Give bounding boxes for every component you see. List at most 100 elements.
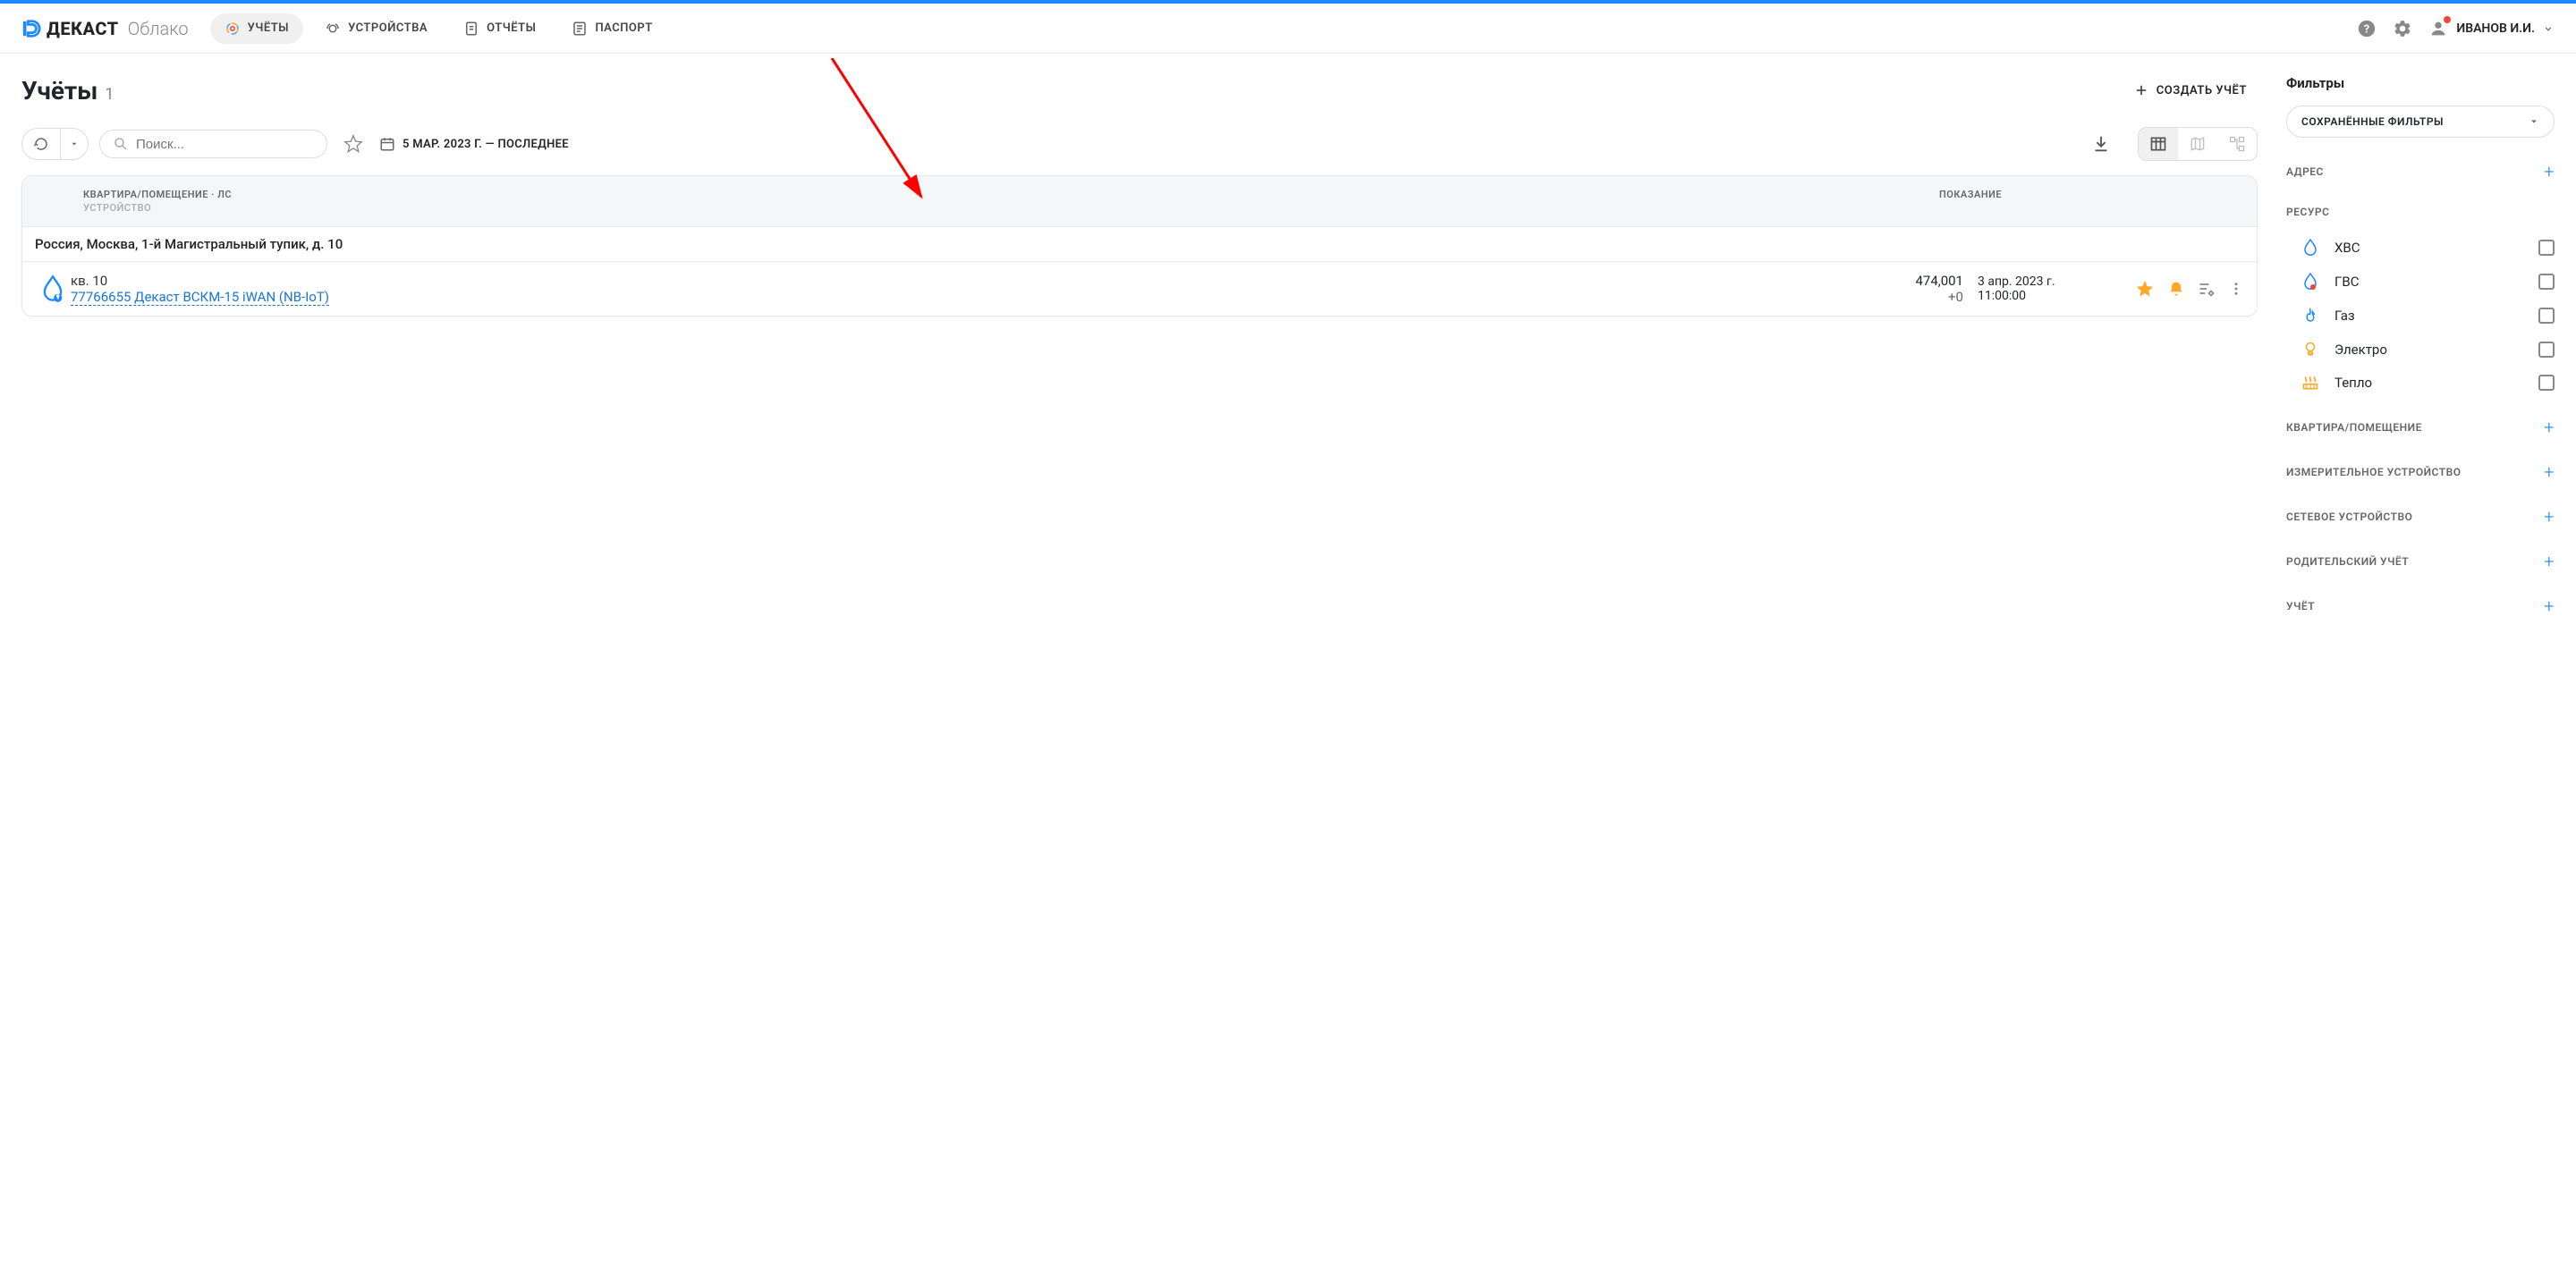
search-input[interactable] [136, 137, 314, 152]
table-row: кв. 10 77766655 Декаст ВСКМ-15 iWAN (NB-… [22, 261, 2257, 316]
user-avatar-icon [2428, 18, 2449, 39]
passport-icon [572, 21, 588, 37]
svg-text:?: ? [2364, 22, 2369, 36]
date-range-label: 5 МАР. 2023 Г. — ПОСЛЕДНЕЕ [402, 138, 569, 151]
resource-teplo[interactable]: Тепло [2286, 367, 2555, 399]
filter-resource-label: РЕСУРС [2286, 206, 2329, 218]
user-name: ИВАНОВ И.И. [2456, 21, 2535, 36]
refresh-dropdown[interactable] [61, 129, 88, 159]
resource-gvs[interactable]: ГВС [2286, 265, 2555, 299]
view-map[interactable] [2178, 128, 2217, 160]
add-net-icon[interactable]: + [2544, 506, 2555, 528]
add-uchet-icon[interactable]: + [2544, 595, 2555, 617]
water-drop-icon [35, 274, 71, 303]
checkbox[interactable] [2538, 342, 2555, 358]
checkbox[interactable] [2538, 308, 2555, 324]
resource-electro[interactable]: Электро [2286, 333, 2555, 367]
map-icon [2189, 135, 2207, 153]
row-device-link[interactable]: 77766655 Декаст ВСКМ-15 iWAN (NB-IoT) [71, 289, 329, 306]
view-table[interactable] [2139, 128, 2178, 160]
plus-icon [2133, 82, 2149, 98]
caret-down-icon [70, 139, 79, 148]
view-toggles [2138, 127, 2258, 161]
data-table: КВАРТИРА/ПОМЕЩЕНИЕ · ЛС УСТРОЙСТВО ПОКАЗ… [21, 175, 2258, 317]
filter-meter-label: ИЗМЕРИТЕЛЬНОЕ УСТРОЙСТВО [2286, 466, 2462, 478]
settings-icon[interactable] [2392, 18, 2413, 39]
star-outline-icon [343, 134, 363, 154]
user-menu[interactable]: ИВАНОВ И.И. [2428, 18, 2555, 39]
reading-delta: +0 [1874, 289, 1963, 305]
filters-sidebar: Фильтры СОХРАНЁННЫЕ ФИЛЬТРЫ АДРЕС + РЕСУ… [2286, 75, 2555, 635]
group-address: Россия, Москва, 1-й Магистральный тупик,… [22, 226, 2257, 261]
nav-otchety[interactable]: ОТЧЁТЫ [449, 13, 550, 44]
nav-label: УЧЁТЫ [248, 21, 289, 35]
app-header: ДЕКАСТ Облако УЧЁТЫ УСТРОЙСТВА ОТЧЁТЫ П [0, 4, 2576, 54]
page-title: Учёты 1 [21, 76, 114, 106]
reading-value: 474,001 [1874, 273, 1963, 289]
filters-title: Фильтры [2286, 75, 2555, 91]
logo-suffix: Облако [128, 18, 189, 39]
download-icon [2091, 134, 2111, 154]
uchety-icon [225, 21, 241, 37]
search-box[interactable] [99, 130, 327, 158]
refresh-icon [33, 136, 49, 152]
resource-hvs[interactable]: ХВС [2286, 231, 2555, 265]
th-device: УСТРОЙСТВО [83, 202, 1845, 214]
nav-label: ПАСПОРТ [595, 21, 652, 35]
hot-water-icon [2301, 272, 2320, 291]
more-vert-icon[interactable] [2228, 281, 2244, 297]
nav-label: УСТРОЙСТВА [348, 21, 428, 35]
logo[interactable]: ДЕКАСТ Облако [21, 18, 189, 39]
table-icon [2149, 135, 2167, 153]
reports-icon [463, 21, 479, 37]
gas-icon [2301, 306, 2320, 325]
star-filled-icon[interactable] [2135, 279, 2155, 299]
tree-icon [2228, 135, 2246, 153]
edit-list-icon[interactable] [2198, 280, 2216, 298]
favorite-button[interactable] [338, 129, 369, 159]
reading-time: 11:00:00 [1978, 289, 2124, 303]
logo-text: ДЕКАСТ [47, 18, 119, 39]
add-parent-icon[interactable]: + [2544, 551, 2555, 572]
bell-icon[interactable] [2167, 280, 2185, 298]
logo-icon [21, 19, 41, 38]
filter-address-label: АДРЕС [2286, 165, 2324, 178]
nav-ustroystva[interactable]: УСТРОЙСТВА [310, 13, 442, 44]
devices-icon [325, 21, 341, 37]
view-tree[interactable] [2217, 128, 2257, 160]
page-count: 1 [105, 85, 114, 104]
calendar-icon [379, 136, 395, 152]
resource-gas[interactable]: Газ [2286, 299, 2555, 333]
th-apartment: КВАРТИРА/ПОМЕЩЕНИЕ · ЛС [83, 189, 1845, 200]
add-meter-icon[interactable]: + [2544, 461, 2555, 483]
row-apartment: кв. 10 [71, 273, 1874, 289]
reading-date: 3 апр. 2023 г. [1978, 274, 2124, 289]
create-button[interactable]: СОЗДАТЬ УЧЁТ [2123, 75, 2258, 106]
chevron-down-icon [2542, 22, 2555, 35]
main-nav: УЧЁТЫ УСТРОЙСТВА ОТЧЁТЫ ПАСПОРТ [210, 13, 667, 44]
electro-icon [2301, 340, 2320, 359]
create-label: СОЗДАТЬ УЧЁТ [2157, 84, 2247, 97]
refresh-button[interactable] [22, 129, 61, 159]
table-header: КВАРТИРА/ПОМЕЩЕНИЕ · ЛС УСТРОЙСТВО ПОКАЗ… [22, 176, 2257, 226]
nav-passport[interactable]: ПАСПОРТ [557, 13, 666, 44]
add-address-icon[interactable]: + [2544, 161, 2555, 182]
heat-icon [2301, 374, 2320, 392]
nav-uchety[interactable]: УЧЁТЫ [210, 13, 303, 44]
filter-uchet-label: УЧЁТ [2286, 600, 2315, 612]
help-icon[interactable]: ? [2356, 18, 2377, 39]
checkbox[interactable] [2538, 375, 2555, 391]
refresh-group [21, 128, 89, 160]
search-icon [113, 136, 129, 152]
download-button[interactable] [2086, 129, 2116, 159]
filter-apartment-label: КВАРТИРА/ПОМЕЩЕНИЕ [2286, 421, 2422, 434]
date-range-picker[interactable]: 5 МАР. 2023 Г. — ПОСЛЕДНЕЕ [379, 129, 569, 159]
saved-filters-dropdown[interactable]: СОХРАНЁННЫЕ ФИЛЬТРЫ [2286, 106, 2555, 138]
caret-down-icon [2529, 116, 2539, 127]
checkbox[interactable] [2538, 274, 2555, 290]
add-apartment-icon[interactable]: + [2544, 417, 2555, 438]
cold-water-icon [2301, 238, 2320, 258]
filter-parent-label: РОДИТЕЛЬСКИЙ УЧЁТ [2286, 555, 2409, 568]
th-reading: ПОКАЗАНИЕ [1845, 189, 2096, 214]
checkbox[interactable] [2538, 240, 2555, 256]
